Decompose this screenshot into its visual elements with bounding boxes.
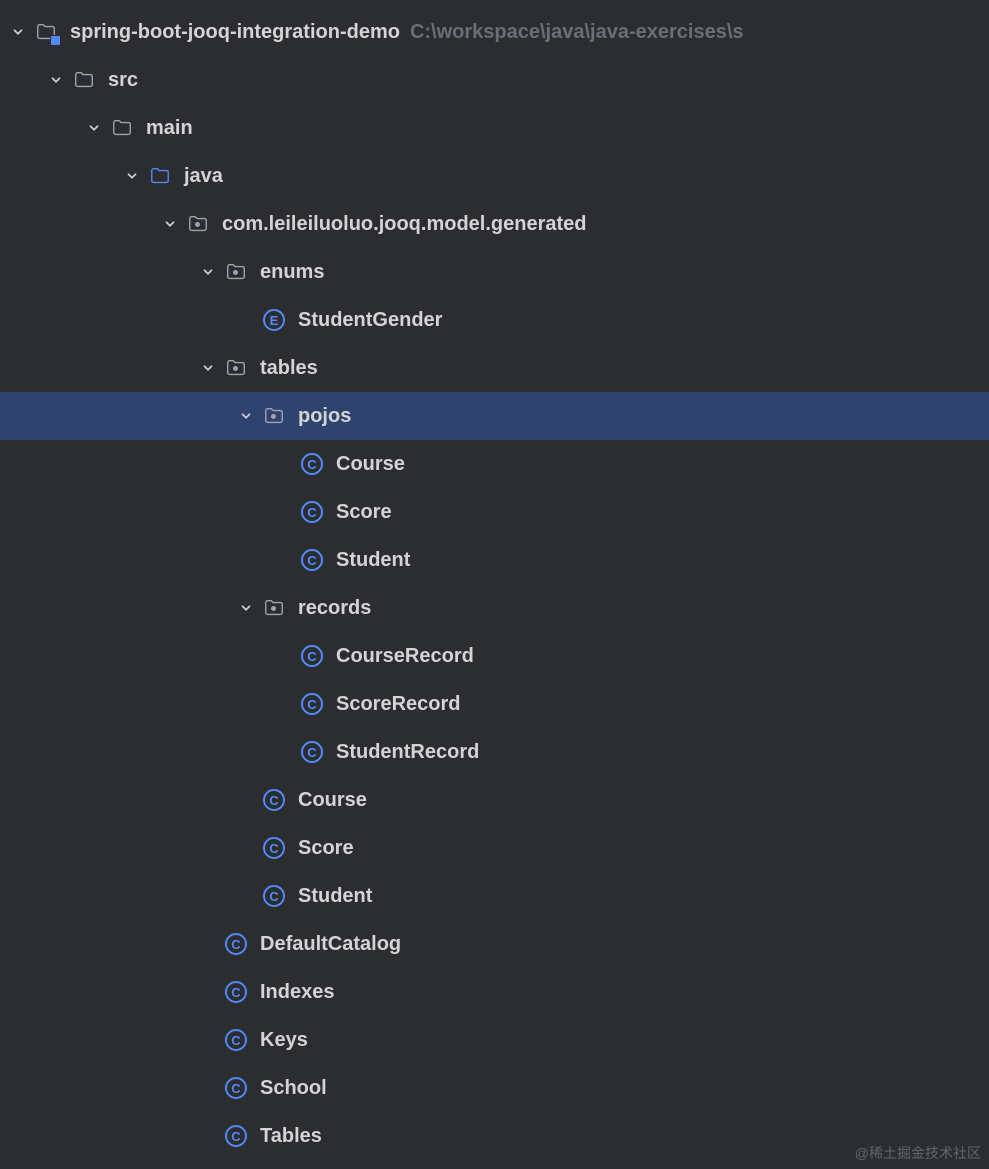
- class-school[interactable]: C School: [0, 1064, 989, 1112]
- package-icon: [262, 596, 286, 620]
- package-generated[interactable]: com.leileiluoluo.jooq.model.generated: [0, 200, 989, 248]
- package-icon: [224, 356, 248, 380]
- class-courserecord[interactable]: C CourseRecord: [0, 632, 989, 680]
- chevron-down-icon[interactable]: [8, 22, 28, 42]
- folder-src[interactable]: src: [0, 56, 989, 104]
- tree-item-label: Tables: [260, 1125, 322, 1148]
- class-tables[interactable]: C Tables: [0, 1112, 989, 1160]
- class-icon: C: [300, 452, 324, 476]
- class-icon: C: [224, 1028, 248, 1052]
- source-folder-icon: [148, 164, 172, 188]
- class-icon: C: [300, 692, 324, 716]
- class-defaultcatalog[interactable]: C DefaultCatalog: [0, 920, 989, 968]
- tree-item-label: Indexes: [260, 981, 334, 1004]
- class-studentrecord[interactable]: C StudentRecord: [0, 728, 989, 776]
- folder-main[interactable]: main: [0, 104, 989, 152]
- package-icon: [224, 260, 248, 284]
- class-table-course[interactable]: C Course: [0, 776, 989, 824]
- class-icon: C: [224, 980, 248, 1004]
- chevron-down-icon[interactable]: [198, 358, 218, 378]
- class-table-score[interactable]: C Score: [0, 824, 989, 872]
- class-pojo-course[interactable]: C Course: [0, 440, 989, 488]
- class-indexes[interactable]: C Indexes: [0, 968, 989, 1016]
- tree-item-label: Student: [336, 549, 410, 572]
- enum-icon: E: [262, 308, 286, 332]
- chevron-down-icon[interactable]: [160, 214, 180, 234]
- chevron-down-icon[interactable]: [122, 166, 142, 186]
- tree-item-label: enums: [260, 261, 324, 284]
- chevron-down-icon[interactable]: [46, 70, 66, 90]
- package-enums[interactable]: enums: [0, 248, 989, 296]
- class-scorerecord[interactable]: C ScoreRecord: [0, 680, 989, 728]
- class-pojo-score[interactable]: C Score: [0, 488, 989, 536]
- class-icon: C: [262, 884, 286, 908]
- package-records[interactable]: records: [0, 584, 989, 632]
- folder-icon: [72, 68, 96, 92]
- enum-studentgender[interactable]: E StudentGender: [0, 296, 989, 344]
- module-icon: [34, 20, 58, 44]
- package-icon: [262, 404, 286, 428]
- tree-item-label: Course: [336, 453, 405, 476]
- tree-item-label: Score: [298, 837, 354, 860]
- tree-item-label: records: [298, 597, 371, 620]
- project-root[interactable]: spring-boot-jooq-integration-demo C:\work…: [0, 8, 989, 56]
- tree-item-label: Student: [298, 885, 372, 908]
- class-icon: C: [300, 548, 324, 572]
- class-icon: C: [224, 932, 248, 956]
- tree-item-label: java: [184, 165, 223, 188]
- chevron-down-icon[interactable]: [236, 406, 256, 426]
- class-icon: C: [300, 644, 324, 668]
- class-icon: C: [300, 740, 324, 764]
- class-pojo-student[interactable]: C Student: [0, 536, 989, 584]
- class-icon: C: [300, 500, 324, 524]
- tree-item-label: Keys: [260, 1029, 308, 1052]
- tree-item-path: C:\workspace\java\java-exercises\s: [410, 21, 744, 44]
- class-icon: C: [262, 836, 286, 860]
- tree-item-label: StudentRecord: [336, 741, 479, 764]
- tree-item-label: ScoreRecord: [336, 693, 461, 716]
- tree-item-label: StudentGender: [298, 309, 442, 332]
- tree-item-label: main: [146, 117, 193, 140]
- tree-item-label: pojos: [298, 405, 351, 428]
- tree-item-label: src: [108, 69, 138, 92]
- chevron-down-icon[interactable]: [198, 262, 218, 282]
- package-pojos[interactable]: pojos: [0, 392, 989, 440]
- watermark-text: @稀土掘金技术社区: [855, 1143, 981, 1163]
- class-icon: C: [262, 788, 286, 812]
- tree-item-label: com.leileiluoluo.jooq.model.generated: [222, 213, 587, 236]
- folder-java[interactable]: java: [0, 152, 989, 200]
- tree-item-label: tables: [260, 357, 318, 380]
- package-tables[interactable]: tables: [0, 344, 989, 392]
- folder-icon: [110, 116, 134, 140]
- chevron-down-icon[interactable]: [236, 598, 256, 618]
- class-table-student[interactable]: C Student: [0, 872, 989, 920]
- class-icon: C: [224, 1076, 248, 1100]
- tree-item-label: spring-boot-jooq-integration-demo: [70, 21, 400, 44]
- tree-item-label: DefaultCatalog: [260, 933, 401, 956]
- tree-item-label: CourseRecord: [336, 645, 474, 668]
- chevron-down-icon[interactable]: [84, 118, 104, 138]
- class-icon: C: [224, 1124, 248, 1148]
- tree-item-label: Course: [298, 789, 367, 812]
- tree-item-label: School: [260, 1077, 327, 1100]
- tree-item-label: Score: [336, 501, 392, 524]
- project-tree: spring-boot-jooq-integration-demo C:\work…: [0, 0, 989, 1160]
- package-icon: [186, 212, 210, 236]
- class-keys[interactable]: C Keys: [0, 1016, 989, 1064]
